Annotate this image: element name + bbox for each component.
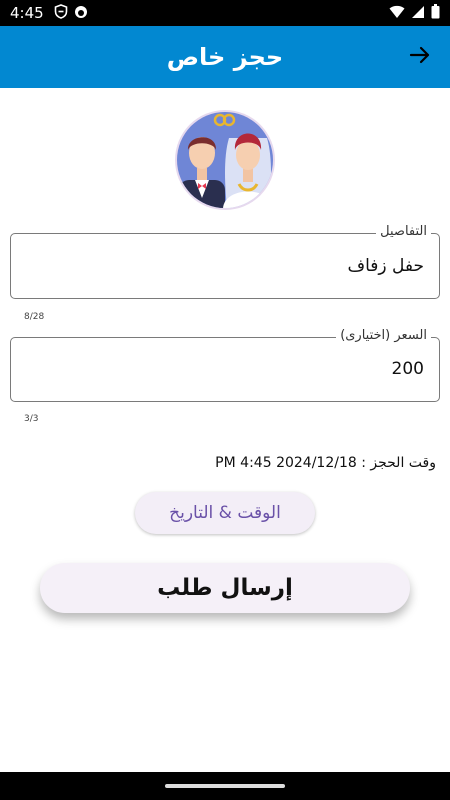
- shield-icon: [54, 3, 68, 23]
- details-counter: 8/28: [24, 312, 45, 322]
- cellular-icon: [411, 4, 425, 23]
- booking-time-text: وقت الحجز : 2024/12/18 4:45 PM: [215, 455, 436, 471]
- app-bar: حجز خاص: [0, 26, 450, 88]
- status-icons-right: [389, 3, 440, 23]
- details-value: حفل زفاف: [347, 256, 424, 276]
- details-field[interactable]: التفاصيل حفل زفاف: [10, 224, 440, 299]
- status-bar: 4:45: [0, 0, 450, 26]
- wedding-couple-avatar: [175, 110, 275, 210]
- status-time: 4:45: [10, 4, 44, 22]
- status-icons-left: [54, 3, 88, 23]
- date-time-button[interactable]: الوقت & التاريخ: [135, 492, 315, 534]
- price-counter: 3/3: [24, 414, 39, 424]
- price-value: 200: [391, 359, 424, 379]
- wifi-icon: [389, 4, 405, 23]
- avatar: [175, 108, 275, 210]
- price-field[interactable]: السعر (اختيارى) 200: [10, 328, 440, 402]
- arrow-right-icon: [409, 44, 431, 70]
- back-button[interactable]: [406, 43, 434, 71]
- navigation-bar: [0, 772, 450, 800]
- record-icon: [74, 4, 88, 23]
- battery-icon: [431, 3, 440, 23]
- screen: 4:45 حجز خاص التفاصيل حفل زفاف 8/28 السع…: [0, 0, 450, 800]
- details-label: التفاصيل: [376, 224, 431, 239]
- submit-request-button[interactable]: إرسال طلب: [40, 563, 410, 613]
- price-label: السعر (اختيارى): [336, 328, 431, 343]
- page-title: حجز خاص: [166, 43, 284, 71]
- home-handle[interactable]: [165, 784, 285, 788]
